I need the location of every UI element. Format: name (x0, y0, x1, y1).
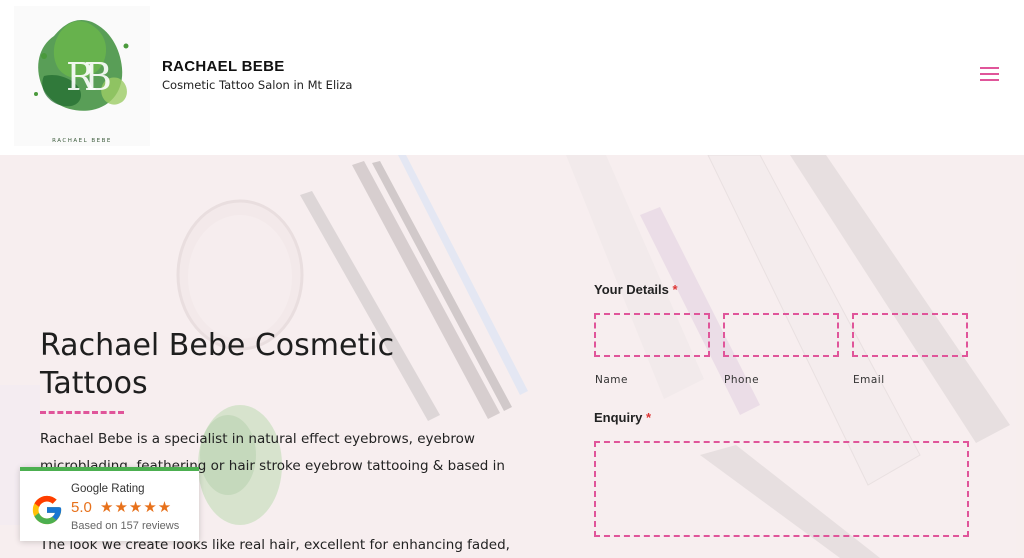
email-field[interactable] (852, 313, 968, 357)
rachael-bebe-logo[interactable]: R B RACHAEL BEBE (14, 6, 150, 146)
brand-tagline: Cosmetic Tattoo Salon in Mt Eliza (162, 78, 353, 92)
name-field[interactable] (594, 313, 710, 357)
svg-text:B: B (84, 55, 112, 99)
enquiry-textarea[interactable] (594, 441, 969, 537)
hero-section: Rachael Bebe Cosmetic Tattoos Rachael Be… (0, 155, 1024, 558)
star-rating-icon: ★★★★★ (100, 498, 173, 516)
title-underline (40, 411, 124, 414)
google-rating-badge[interactable]: Google Rating 5.0 ★★★★★ Based on 157 rev… (20, 467, 199, 541)
your-details-label: Your Details * (594, 282, 678, 297)
google-rating-label: Google Rating (71, 483, 145, 495)
hamburger-menu-icon[interactable] (980, 67, 999, 82)
enquiry-label: Enquiry * (594, 410, 652, 425)
name-caption: Name (595, 374, 628, 386)
logo-text: RACHAEL BEBE (52, 138, 112, 144)
brand-title[interactable]: RACHAEL BEBE (162, 58, 285, 75)
google-review-count[interactable]: Based on 157 reviews (71, 520, 179, 532)
google-g-icon (32, 495, 62, 525)
site-header: R B RACHAEL BEBE RACHAEL BEBE Cosmetic T… (0, 0, 1024, 155)
email-caption: Email (853, 374, 885, 386)
phone-field[interactable] (723, 313, 839, 357)
hero-title: Rachael Bebe Cosmetic Tattoos (40, 328, 395, 401)
google-rating-score: 5.0 (71, 499, 92, 516)
phone-caption: Phone (724, 374, 760, 386)
